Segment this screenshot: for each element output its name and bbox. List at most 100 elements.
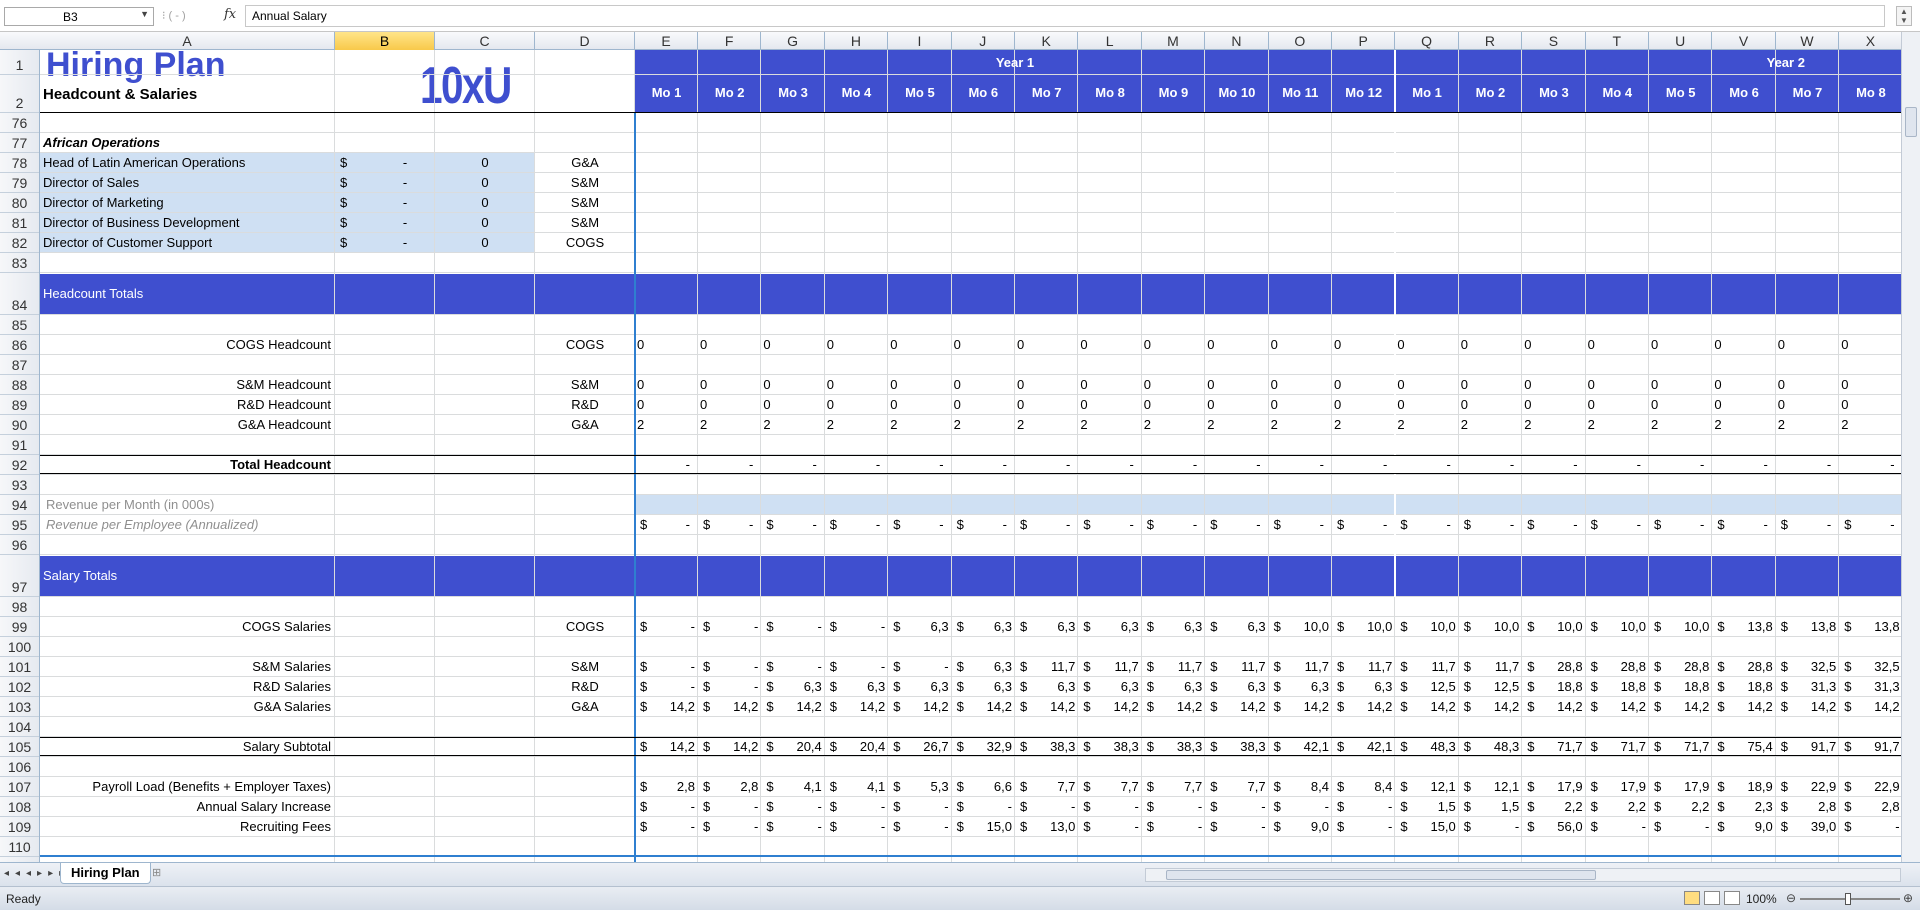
row-header[interactable]: 109	[0, 817, 39, 837]
sheet-tab-hiring-plan[interactable]: Hiring Plan	[60, 863, 151, 884]
row-header[interactable]: 101	[0, 657, 39, 677]
column-header-t[interactable]: T	[1586, 32, 1649, 50]
column-header-j[interactable]: J	[952, 32, 1015, 50]
column-header-e[interactable]: E	[635, 32, 698, 50]
column-header-r[interactable]: R	[1459, 32, 1523, 50]
row-header[interactable]: 86	[0, 335, 39, 355]
row-header[interactable]: 88	[0, 375, 39, 395]
money-value: -	[754, 619, 759, 634]
insert-function-icon[interactable]: fx	[224, 7, 236, 22]
row-header[interactable]: 105	[0, 737, 39, 757]
column-header-l[interactable]: L	[1078, 32, 1142, 50]
money-value: -	[690, 819, 695, 834]
headcount-label: COGS Headcount	[226, 337, 331, 352]
zoom-level[interactable]: 100%	[1746, 892, 1777, 906]
row-header[interactable]: 108	[0, 797, 39, 817]
vertical-scrollbar[interactable]	[1901, 32, 1920, 862]
column-header-i[interactable]: I	[888, 32, 952, 50]
zoom-out-icon[interactable]: ⊖	[1786, 891, 1796, 905]
normal-view-icon[interactable]	[1684, 891, 1700, 905]
money-value: 6,3	[1057, 679, 1076, 694]
column-header-x[interactable]: X	[1839, 32, 1903, 50]
row-header[interactable]: 97	[0, 555, 39, 597]
column-header-g[interactable]: G	[761, 32, 825, 50]
column-header-o[interactable]: O	[1269, 32, 1332, 50]
row-header[interactable]: 104	[0, 717, 39, 737]
row-header[interactable]: 84	[0, 273, 39, 315]
row-header[interactable]: 77	[0, 133, 39, 153]
row-header[interactable]: 98	[0, 597, 39, 617]
month-header: Mo 2	[714, 85, 745, 100]
row-header[interactable]: 90	[0, 415, 39, 435]
column-header-b[interactable]: B	[335, 32, 435, 50]
row-header[interactable]: 81	[0, 213, 39, 233]
column-header-a[interactable]: A	[40, 32, 335, 50]
column-header-f[interactable]: F	[698, 32, 762, 50]
revenue-per-employee-value: -	[875, 517, 881, 532]
row-header[interactable]: 1	[0, 50, 39, 75]
name-box[interactable]: B3 ▼	[4, 7, 154, 26]
horizontal-scrollbar[interactable]	[1145, 868, 1901, 882]
row-header[interactable]: 78	[0, 153, 39, 173]
column-header-c[interactable]: C	[435, 32, 535, 50]
headcount-value: 2	[1397, 417, 1405, 432]
column-header-p[interactable]: P	[1332, 32, 1396, 50]
revenue-per-employee-value: -	[1509, 517, 1515, 532]
row-header[interactable]: 87	[0, 355, 39, 375]
row-header[interactable]: 102	[0, 677, 39, 697]
row-header[interactable]: 106	[0, 757, 39, 777]
row-header[interactable]: 83	[0, 253, 39, 273]
headcount-value: 2	[1524, 417, 1532, 432]
money-value: -	[880, 619, 886, 634]
column-header-h[interactable]: H	[825, 32, 889, 50]
insert-sheet-icon[interactable]: ⊞	[152, 866, 170, 881]
row-header[interactable]: 79	[0, 173, 39, 193]
row-header[interactable]: 76	[0, 113, 39, 133]
row-header[interactable]: 95	[0, 515, 39, 535]
page-layout-view-icon[interactable]	[1704, 891, 1720, 905]
money-value: 14,2	[1240, 699, 1266, 714]
row-header[interactable]: 107	[0, 777, 39, 797]
column-header-n[interactable]: N	[1205, 32, 1269, 50]
money-value: 6,6	[993, 779, 1012, 794]
row-header[interactable]: 99	[0, 617, 39, 637]
row-header[interactable]: 100	[0, 637, 39, 657]
row-header[interactable]: 93	[0, 475, 39, 495]
row-header[interactable]: 92	[0, 455, 39, 475]
headcount-value: 2	[1334, 417, 1342, 432]
horizontal-scroll-thumb[interactable]	[1166, 870, 1596, 880]
spreadsheet-grid[interactable]: Hiring Plan Headcount & Salaries 10xU Ye…	[40, 50, 1901, 862]
row-header[interactable]: 85	[0, 315, 39, 335]
row-header[interactable]: 103	[0, 697, 39, 717]
column-header-s[interactable]: S	[1522, 32, 1586, 50]
department: S&M	[570, 195, 600, 210]
money-value: 6,3	[993, 619, 1012, 634]
row-label: Recruiting Fees	[239, 819, 331, 834]
column-header-q[interactable]: Q	[1395, 32, 1459, 50]
column-header-v[interactable]: V	[1712, 32, 1776, 50]
page-break-view-icon[interactable]	[1724, 891, 1740, 905]
headcount-value: 0	[1714, 337, 1722, 352]
row-header[interactable]: 89	[0, 395, 39, 415]
row-header[interactable]: 2	[0, 75, 39, 113]
expand-formula-icon[interactable]: ▲ ▼	[1896, 6, 1912, 26]
formula-input[interactable]: Annual Salary	[245, 5, 1885, 27]
zoom-in-icon[interactable]: ⊕	[1903, 891, 1913, 905]
row-header[interactable]: 94	[0, 495, 39, 515]
row-header[interactable]: 82	[0, 233, 39, 253]
row-header[interactable]: 110	[0, 837, 39, 857]
money-value: 1,5	[1501, 799, 1520, 814]
column-header-d[interactable]: D	[535, 32, 635, 50]
column-header-k[interactable]: K	[1015, 32, 1079, 50]
chevron-down-icon[interactable]: ▼	[140, 9, 149, 19]
headcount-value: 0	[1524, 337, 1532, 352]
vertical-scroll-thumb[interactable]	[1905, 107, 1917, 137]
column-header-w[interactable]: W	[1776, 32, 1840, 50]
column-header-m[interactable]: M	[1142, 32, 1206, 50]
row-header[interactable]: 80	[0, 193, 39, 213]
zoom-slider-knob[interactable]	[1845, 893, 1851, 905]
month-header: Mo 9	[1158, 85, 1189, 100]
row-header[interactable]: 91	[0, 435, 39, 455]
column-header-u[interactable]: U	[1649, 32, 1713, 50]
row-header[interactable]: 96	[0, 535, 39, 555]
